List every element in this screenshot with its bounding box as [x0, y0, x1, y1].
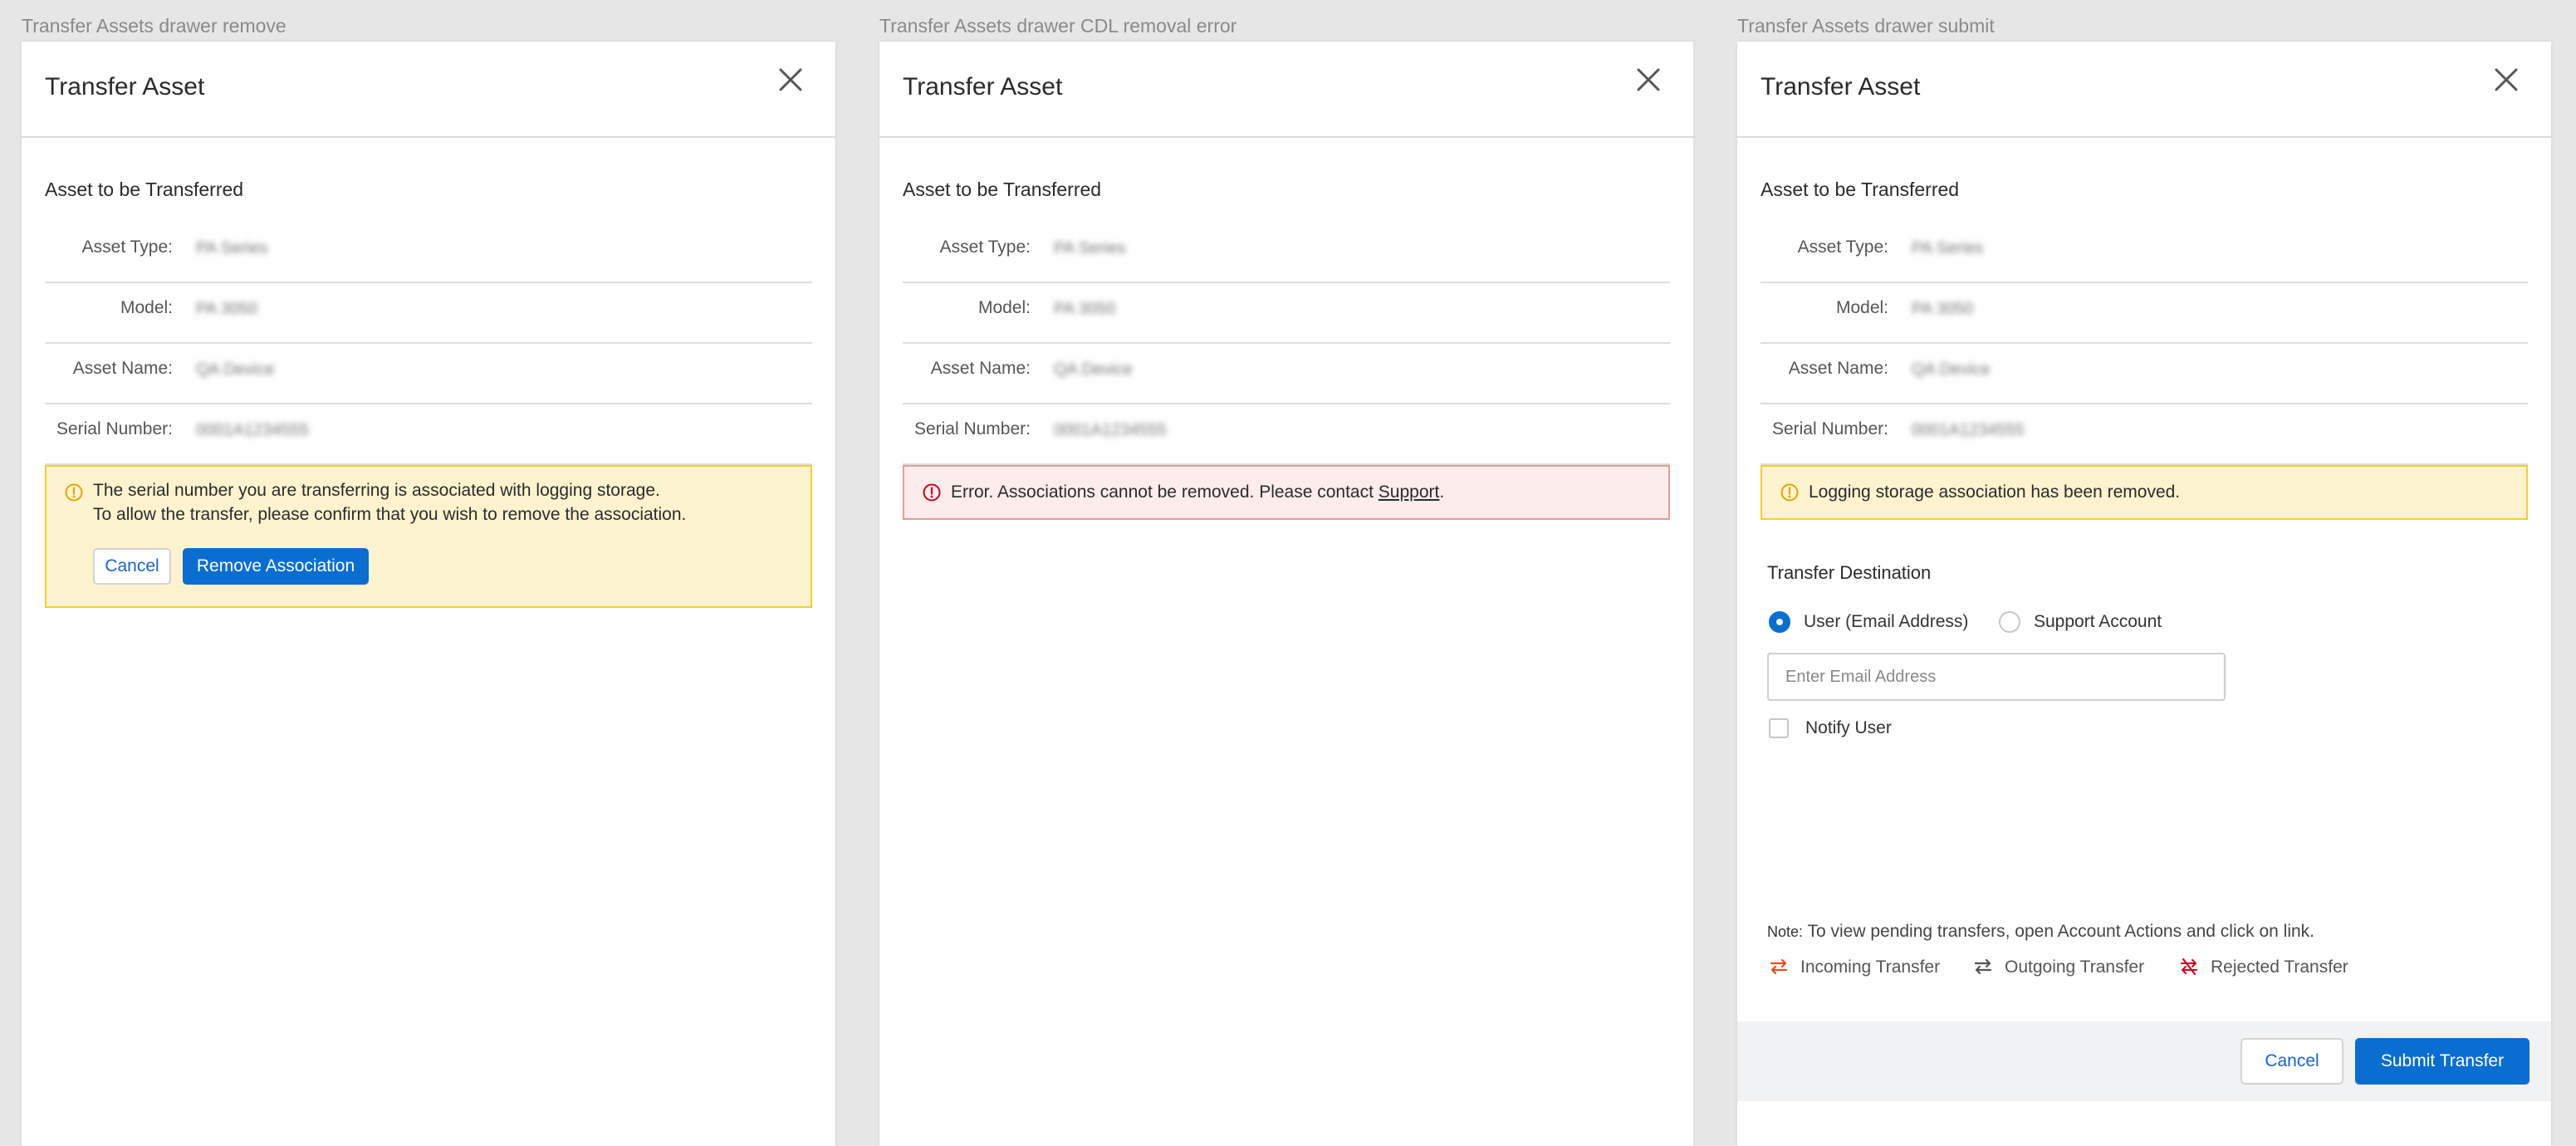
notify-user-label[interactable]: Notify User — [1805, 718, 1892, 738]
drawer-title: Transfer Asset — [45, 73, 205, 100]
legend-outgoing-transfer: Outgoing Transfer — [1973, 957, 2144, 977]
remove-association-button[interactable]: Remove Association — [183, 548, 369, 585]
warning-icon — [1780, 483, 1799, 502]
asset-fields: Asset Type: PA Series Model: PA 3050 Ass… — [45, 223, 812, 465]
alert-line-1: The serial number you are transferring i… — [93, 481, 660, 500]
transfer-asset-drawer-error: Transfer Asset Asset to be Transferred A… — [879, 42, 1693, 1146]
radio-label-support-account[interactable]: Support Account — [2034, 612, 2162, 632]
field-label: Asset Name: — [1788, 359, 1888, 378]
field-row-model: Model: PA 3050 — [1761, 283, 2528, 344]
field-label: Serial Number: — [913, 419, 1031, 438]
incoming-transfer-icon — [1769, 957, 1789, 977]
notice-alert: Logging storage association has been rem… — [1761, 465, 2528, 520]
alert-line-2: To allow the transfer, please confirm th… — [93, 505, 687, 524]
notify-user-checkbox[interactable] — [1769, 718, 1789, 738]
field-label: Asset Type: — [939, 238, 1031, 257]
radio-support-account[interactable] — [1999, 611, 2020, 633]
panel-caption: Transfer Assets drawer CDL removal error — [879, 15, 1237, 37]
note-prefix: Note: — [1767, 923, 1804, 940]
field-row-model: Model: PA 3050 — [903, 283, 1670, 344]
field-value-redacted: PA Series — [1912, 239, 1984, 257]
field-row-asset-name: Asset Name: QA Device — [45, 344, 812, 404]
field-value-redacted: PA Series — [196, 239, 268, 257]
field-row-serial-number: Serial Number: 0001A1234555 — [45, 404, 812, 465]
field-label: Model: — [977, 298, 1031, 317]
field-row-serial-number: Serial Number: 0001A1234555 — [1761, 404, 2528, 465]
field-label: Model: — [120, 298, 173, 317]
field-value-redacted: 0001A1234555 — [196, 421, 309, 439]
drawer-footer: Cancel Submit Transfer — [1737, 1021, 2551, 1101]
legend-label: Outgoing Transfer — [2005, 957, 2145, 977]
email-input[interactable] — [1767, 653, 2226, 701]
field-row-serial-number: Serial Number: 0001A1234555 — [903, 404, 1670, 465]
pending-transfers-note: Note: To view pending transfers, open Ac… — [1767, 922, 2314, 942]
field-value-redacted: PA 3050 — [196, 300, 258, 318]
field-label: Asset Name: — [930, 359, 1031, 378]
field-row-asset-name: Asset Name: QA Device — [1761, 344, 2528, 404]
transfer-asset-drawer-remove: Transfer Asset Asset to be Transferred A… — [22, 42, 835, 1146]
rejected-transfer-icon — [2179, 957, 2199, 977]
legend-label: Incoming Transfer — [1800, 957, 1941, 977]
field-label: Serial Number: — [1771, 419, 1888, 438]
field-label: Asset Type: — [1797, 238, 1888, 257]
field-row-model: Model: PA 3050 — [45, 283, 812, 344]
field-row-asset-type: Asset Type: PA Series — [45, 223, 812, 283]
note-text: To view pending transfers, open Account … — [1803, 922, 2315, 941]
support-link[interactable]: Support — [1379, 482, 1440, 502]
field-value-redacted: QA Device — [1912, 360, 1991, 379]
field-value-redacted: PA 3050 — [1912, 300, 1974, 318]
radio-label-user-email[interactable]: User (Email Address) — [1804, 612, 1968, 632]
field-row-asset-type: Asset Type: PA Series — [1761, 223, 2528, 283]
field-label: Asset Name: — [72, 359, 173, 378]
field-value-redacted: PA Series — [1054, 239, 1126, 257]
cancel-button[interactable]: Cancel — [2241, 1038, 2343, 1085]
drawer-header: Transfer Asset — [1737, 42, 2551, 138]
asset-fields: Asset Type: PA Series Model: PA 3050 Ass… — [903, 223, 1670, 465]
field-value-redacted: QA Device — [1054, 360, 1133, 379]
close-icon[interactable] — [1633, 65, 1663, 95]
notice-message: Logging storage association has been rem… — [1809, 482, 2181, 502]
section-title: Asset to be Transferred — [45, 179, 244, 200]
field-value-redacted: PA 3050 — [1054, 300, 1116, 318]
drawer-header: Transfer Asset — [22, 42, 835, 138]
section-title: Asset to be Transferred — [1761, 179, 1960, 200]
legend-rejected-transfer: Rejected Transfer — [2179, 957, 2348, 977]
submit-transfer-button[interactable]: Submit Transfer — [2355, 1038, 2529, 1085]
field-label: Serial Number: — [56, 419, 173, 438]
field-value-redacted: 0001A1234555 — [1054, 421, 1167, 439]
panel-caption: Transfer Assets drawer remove — [22, 15, 286, 37]
close-icon[interactable] — [2491, 65, 2521, 95]
drawer-title: Transfer Asset — [903, 73, 1063, 100]
error-suffix: . — [1439, 482, 1445, 502]
field-label: Asset Type: — [81, 238, 173, 257]
transfer-asset-drawer-submit: Transfer Asset Asset to be Transferred A… — [1737, 42, 2551, 1146]
drawer-header: Transfer Asset — [879, 42, 1693, 138]
cancel-button[interactable]: Cancel — [93, 548, 171, 585]
error-alert: Error. Associations cannot be removed. P… — [903, 465, 1670, 520]
field-value-redacted: 0001A1234555 — [1912, 421, 2025, 439]
alert-message: The serial number you are transferring i… — [93, 478, 686, 526]
field-row-asset-name: Asset Name: QA Device — [903, 344, 1670, 404]
field-label: Model: — [1835, 298, 1888, 317]
close-icon[interactable] — [776, 65, 806, 95]
field-row-asset-type: Asset Type: PA Series — [903, 223, 1670, 283]
drawer-title: Transfer Asset — [1761, 73, 1921, 100]
warning-icon — [65, 483, 83, 502]
asset-fields: Asset Type: PA Series Model: PA 3050 Ass… — [1761, 223, 2528, 465]
legend-incoming-transfer: Incoming Transfer — [1769, 957, 1940, 977]
error-icon — [923, 483, 941, 502]
panel-caption: Transfer Assets drawer submit — [1737, 15, 1995, 37]
warning-alert: The serial number you are transferring i… — [45, 465, 812, 608]
error-message: Error. Associations cannot be removed. P… — [951, 480, 1444, 504]
outgoing-transfer-icon — [1973, 957, 1993, 977]
section-title: Asset to be Transferred — [903, 179, 1102, 200]
radio-user-email[interactable] — [1769, 611, 1790, 633]
legend-label: Rejected Transfer — [2211, 957, 2348, 977]
transfer-destination-title: Transfer Destination — [1767, 562, 1932, 583]
field-value-redacted: QA Device — [196, 360, 275, 379]
error-text: Error. Associations cannot be removed. P… — [951, 482, 1379, 502]
